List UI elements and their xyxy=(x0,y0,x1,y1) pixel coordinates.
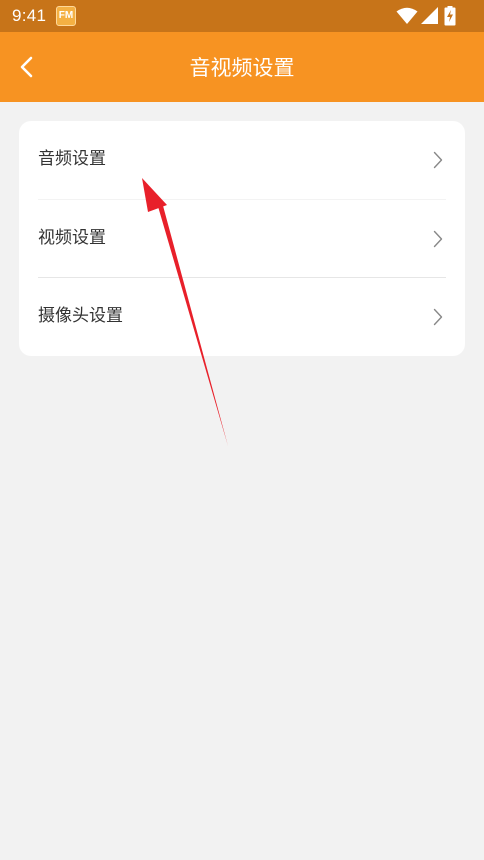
chevron-right-icon xyxy=(433,151,443,169)
settings-item-audio[interactable]: 音频设置 xyxy=(19,121,465,199)
signal-icon xyxy=(421,7,438,24)
wifi-icon xyxy=(396,7,418,24)
status-time: 9:41 xyxy=(12,6,47,25)
chevron-right-icon xyxy=(433,230,443,248)
settings-item-label: 摄像头设置 xyxy=(38,306,123,326)
settings-item-camera[interactable]: 摄像头设置 xyxy=(19,278,465,356)
page-title: 音视频设置 xyxy=(189,56,295,80)
chevron-right-icon xyxy=(433,308,443,326)
status-bar: 9:41 FM xyxy=(0,0,484,32)
settings-item-label: 视频设置 xyxy=(38,228,106,248)
settings-card: 音频设置 视频设置 摄像头设置 xyxy=(19,121,465,356)
settings-item-label: 音频设置 xyxy=(38,149,106,169)
notification-app-icon: FM xyxy=(56,6,76,26)
battery-charging-icon xyxy=(444,6,456,26)
app-bar: 音视频设置 xyxy=(0,32,484,102)
settings-item-video[interactable]: 视频设置 xyxy=(19,200,465,278)
